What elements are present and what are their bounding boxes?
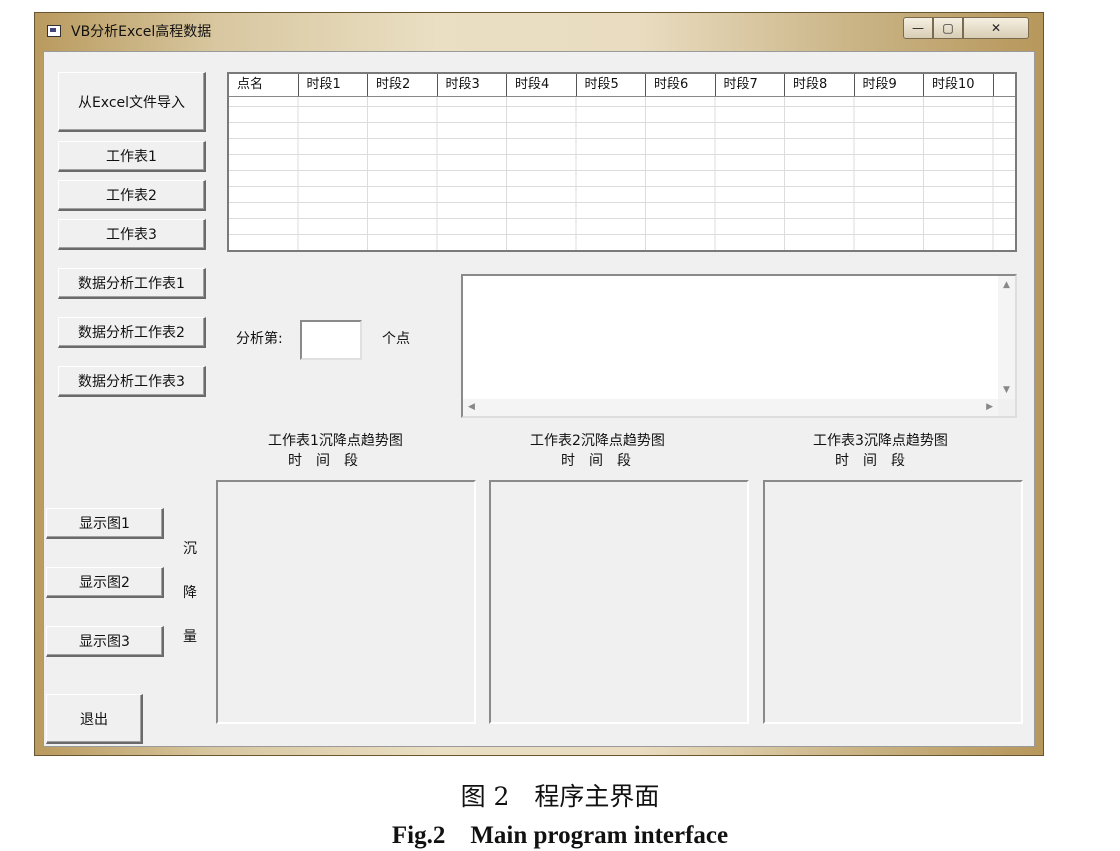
grid-header-cell[interactable]: 时段3 — [438, 74, 507, 96]
close-button[interactable]: ✕ — [963, 17, 1029, 39]
chart3-xlabel: 时 间 段 — [835, 453, 905, 469]
ylabel-char: 沉 — [183, 541, 197, 557]
analysis-suffix-label: 个点 — [382, 331, 410, 347]
scroll-right-icon[interactable]: ▶ — [986, 402, 993, 412]
sheet3-button[interactable]: 工作表3 — [58, 219, 206, 250]
show-chart1-button[interactable]: 显示图1 — [46, 508, 164, 539]
exit-button[interactable]: 退出 — [46, 694, 143, 744]
show-chart3-button[interactable]: 显示图3 — [46, 626, 164, 657]
import-excel-button[interactable]: 从Excel文件导入 — [58, 72, 206, 132]
chart1-panel — [216, 480, 476, 724]
form-client-area: 从Excel文件导入 工作表1 工作表2 工作表3 数据分析工作表1 数据分析工… — [43, 51, 1035, 747]
vertical-scrollbar[interactable]: ▲ ▼ — [998, 276, 1015, 399]
grid-header-cell[interactable]: 点名 — [229, 74, 299, 96]
chart2-panel — [489, 480, 749, 724]
grid-header-row: 点名 时段1 时段2 时段3 时段4 时段5 时段6 时段7 时段8 时段9 时… — [229, 74, 1015, 97]
chart1-xlabel: 时 间 段 — [288, 453, 358, 469]
chart1-title: 工作表1沉降点趋势图 — [268, 433, 403, 449]
window-title: VB分析Excel高程数据 — [71, 24, 212, 40]
analyze-sheet1-button[interactable]: 数据分析工作表1 — [58, 268, 206, 299]
grid-header-cell[interactable]: 时段5 — [577, 74, 646, 96]
sheet2-button[interactable]: 工作表2 — [58, 180, 206, 211]
ylabel-char: 量 — [183, 629, 197, 645]
horizontal-scrollbar[interactable]: ◀ ▶ — [463, 399, 998, 416]
chart3-panel — [763, 480, 1023, 724]
sheet1-button[interactable]: 工作表1 — [58, 141, 206, 172]
analyze-sheet2-button[interactable]: 数据分析工作表2 — [58, 317, 206, 348]
grid-header-cell[interactable]: 时段2 — [368, 74, 438, 96]
grid-header-cell[interactable]: 时段7 — [716, 74, 785, 96]
figure-caption-en: Fig.2 Main program interface — [391, 822, 729, 849]
analysis-prefix-label: 分析第: — [236, 331, 283, 347]
grid-cells[interactable] — [229, 97, 1015, 250]
grid-header-cell[interactable]: 时段1 — [299, 74, 368, 96]
scrollbar-corner — [998, 399, 1015, 416]
grid-header-cell[interactable]: 时段8 — [785, 74, 855, 96]
maximize-button[interactable]: ▢ — [933, 17, 963, 39]
point-number-input[interactable] — [300, 320, 362, 360]
chart2-xlabel: 时 间 段 — [561, 453, 631, 469]
ylabel-char: 降 — [183, 585, 197, 601]
scroll-down-icon[interactable]: ▼ — [1003, 385, 1010, 395]
show-chart2-button[interactable]: 显示图2 — [46, 567, 164, 598]
grid-header-cell[interactable]: 时段9 — [855, 74, 924, 96]
app-window: VB分析Excel高程数据 — ▢ ✕ 从Excel文件导入 工作表1 工作表2… — [34, 12, 1044, 756]
grid-header-cell[interactable]: 时段4 — [507, 74, 577, 96]
analysis-result-textbox[interactable]: ▲ ▼ ◀ ▶ — [461, 274, 1017, 418]
data-grid[interactable]: 点名 时段1 时段2 时段3 时段4 时段5 时段6 时段7 时段8 时段9 时… — [227, 72, 1017, 252]
grid-header-cell[interactable]: 时段6 — [646, 74, 716, 96]
grid-header-cell[interactable]: 时段10 — [924, 74, 994, 96]
analyze-sheet3-button[interactable]: 数据分析工作表3 — [58, 366, 206, 397]
chart2-title: 工作表2沉降点趋势图 — [530, 433, 665, 449]
title-bar[interactable]: VB分析Excel高程数据 — ▢ ✕ — [35, 13, 1043, 51]
scroll-up-icon[interactable]: ▲ — [1003, 280, 1010, 290]
scroll-left-icon[interactable]: ◀ — [468, 402, 475, 412]
figure-caption-cn: 图 2 程序主界面 — [460, 782, 660, 811]
minimize-button[interactable]: — — [903, 17, 933, 39]
chart3-title: 工作表3沉降点趋势图 — [813, 433, 948, 449]
app-icon[interactable] — [47, 25, 61, 37]
